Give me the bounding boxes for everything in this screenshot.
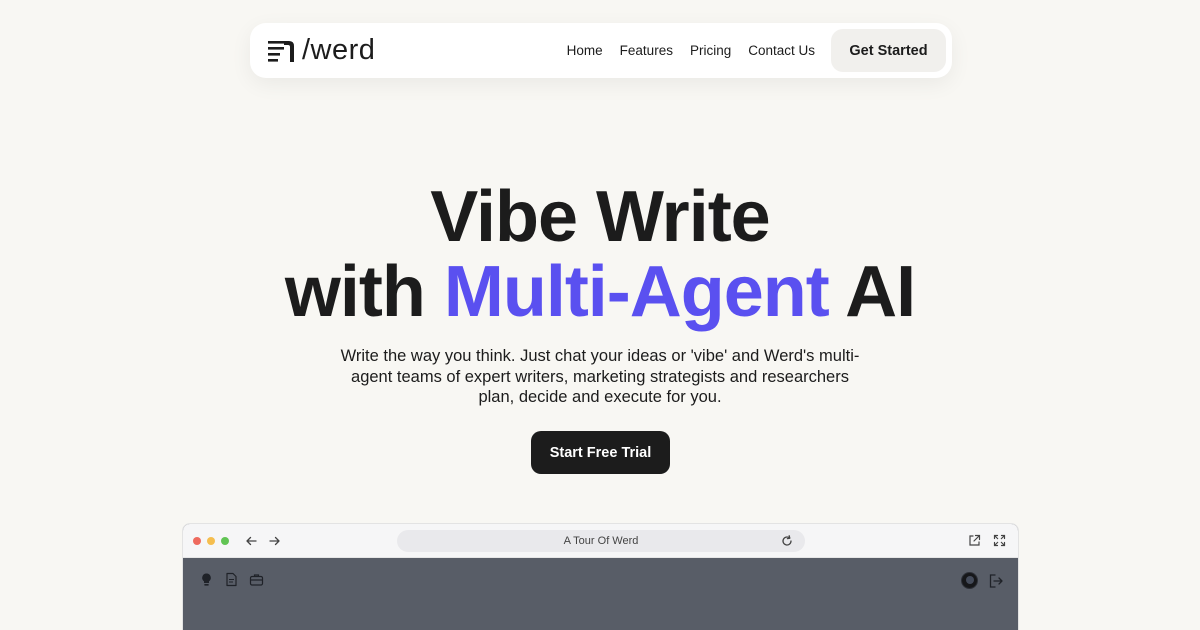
browser-actions	[968, 534, 1006, 547]
hero-subtitle: Write the way you think. Just chat your …	[340, 347, 860, 406]
start-free-trial-button[interactable]: Start Free Trial	[531, 431, 670, 474]
document-lines-icon	[268, 40, 294, 62]
nav-link-pricing[interactable]: Pricing	[690, 43, 731, 58]
app-preview	[183, 558, 1018, 630]
top-nav: /werd Home Features Pricing Contact Us G…	[250, 23, 952, 78]
history-controls	[245, 535, 281, 547]
hero-title-accent: Multi-Agent	[443, 252, 830, 332]
forward-arrow-icon[interactable]	[269, 535, 281, 547]
address-bar[interactable]: A Tour Of Werd	[397, 530, 805, 552]
landing-page: /werd Home Features Pricing Contact Us G…	[0, 0, 1200, 630]
nav-links: Home Features Pricing Contact Us	[567, 43, 815, 58]
fullscreen-icon[interactable]	[993, 534, 1006, 547]
address-bar-title: A Tour Of Werd	[563, 535, 639, 547]
nav-link-contact-us[interactable]: Contact Us	[748, 43, 815, 58]
brand-name: /werd	[302, 34, 376, 66]
app-user-controls	[961, 572, 1004, 589]
hero-title-line2-prefix: with	[284, 252, 444, 332]
nav-link-features[interactable]: Features	[620, 43, 673, 58]
logout-icon[interactable]	[988, 573, 1004, 589]
browser-toolbar: A Tour Of Werd	[183, 524, 1018, 558]
back-arrow-icon[interactable]	[245, 535, 257, 547]
external-link-icon[interactable]	[968, 534, 981, 547]
briefcase-icon[interactable]	[249, 572, 264, 587]
get-started-button[interactable]: Get Started	[831, 29, 946, 72]
nav-right: Home Features Pricing Contact Us Get Sta…	[567, 29, 946, 72]
document-icon[interactable]	[224, 572, 239, 587]
hero-title-line1: Vibe Write	[430, 177, 770, 257]
nav-link-home[interactable]: Home	[567, 43, 603, 58]
app-sidebar-icons	[199, 572, 264, 587]
reload-icon[interactable]	[781, 535, 793, 547]
minimize-window-dot[interactable]	[207, 536, 215, 545]
close-window-dot[interactable]	[193, 536, 201, 545]
browser-window: A Tour Of Werd	[182, 523, 1019, 630]
maximize-window-dot[interactable]	[221, 536, 229, 545]
hero-title-line2-suffix: AI	[828, 252, 916, 332]
avatar[interactable]	[961, 572, 978, 589]
lightbulb-icon[interactable]	[199, 572, 214, 587]
brand-logo[interactable]: /werd	[268, 34, 375, 67]
hero-title: Vibe Write with Multi-Agent AI	[0, 180, 1200, 330]
window-controls	[193, 536, 229, 545]
